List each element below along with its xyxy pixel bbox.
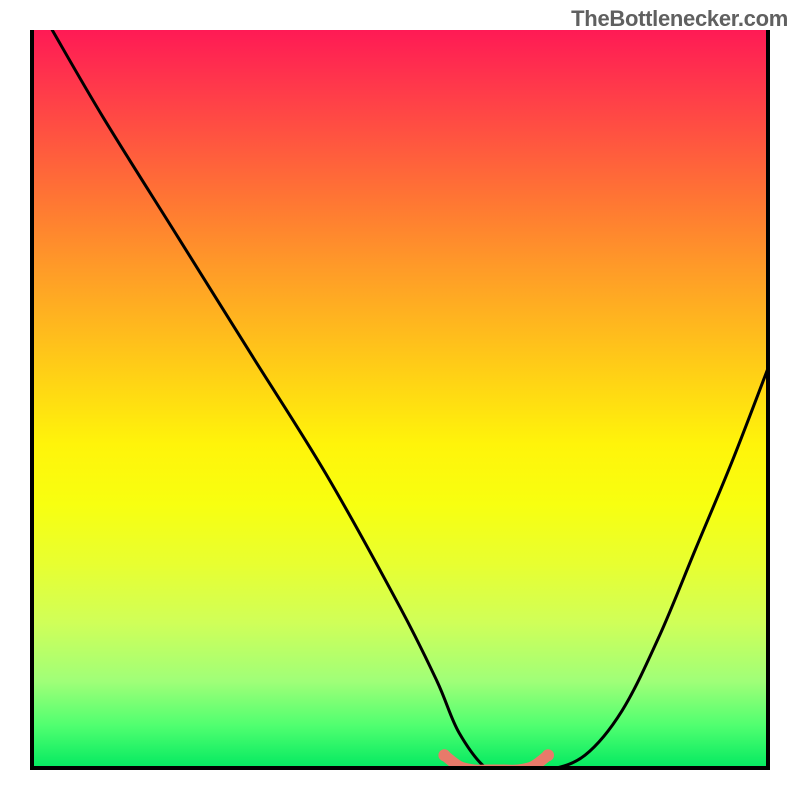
chart-container: TheBottlenecker.com: [0, 0, 800, 800]
optimal-zone-curve: [444, 755, 548, 770]
optimal-zone-dot-right: [542, 749, 554, 761]
curve-layer: [30, 30, 770, 770]
watermark-text: TheBottlenecker.com: [571, 6, 788, 32]
plot-area: [30, 30, 770, 770]
optimal-zone-dot-left: [438, 749, 450, 761]
bottleneck-curve: [52, 30, 770, 770]
